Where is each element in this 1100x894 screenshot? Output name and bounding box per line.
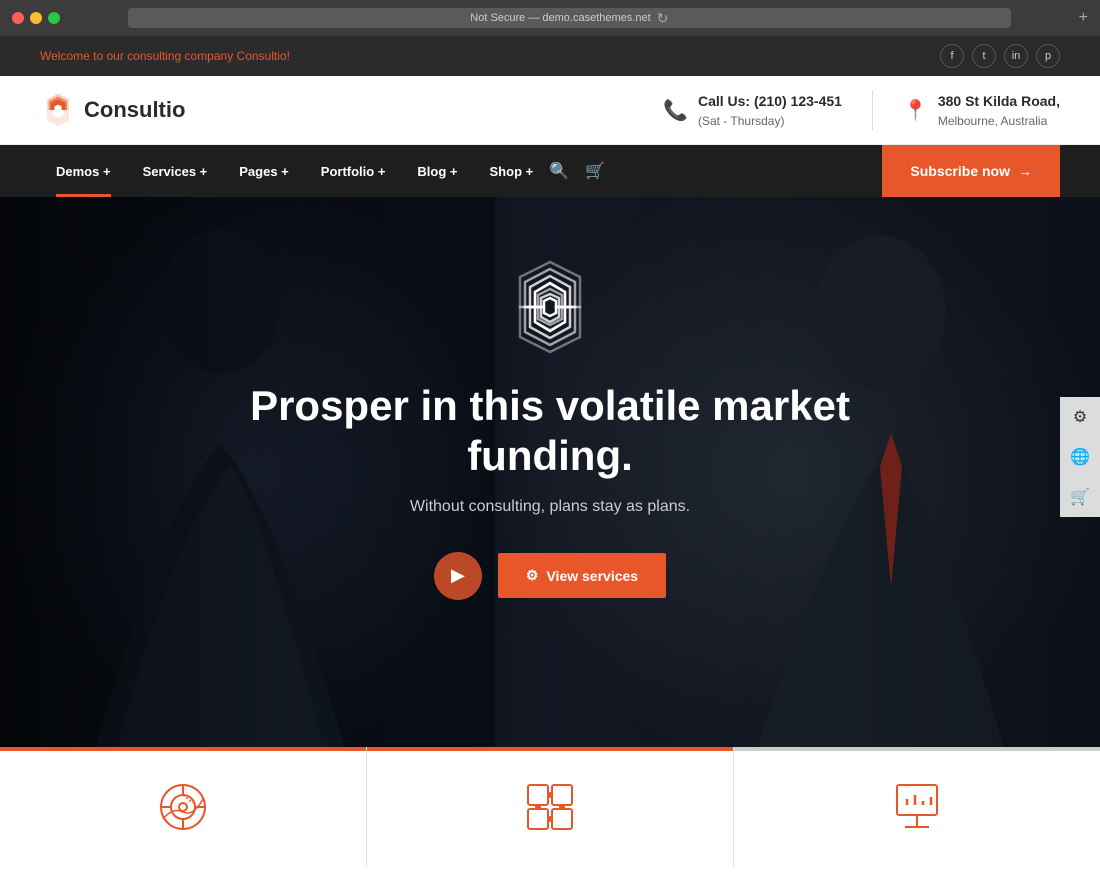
facebook-icon[interactable]: f bbox=[940, 44, 964, 68]
phone-icon: 📞 bbox=[663, 98, 688, 123]
twitter-icon[interactable]: t bbox=[972, 44, 996, 68]
nav-item-blog[interactable]: Blog + bbox=[401, 145, 473, 197]
website: Welcome to our consulting company Consul… bbox=[0, 36, 1100, 894]
chart-icon bbox=[887, 777, 947, 837]
linkedin-icon[interactable]: in bbox=[1004, 44, 1028, 68]
nav-item-shop[interactable]: Shop + bbox=[474, 145, 550, 197]
phone-hours: (Sat - Thursday) bbox=[698, 114, 784, 128]
header-contacts: 📞 Call Us: (210) 123-451 (Sat - Thursday… bbox=[663, 90, 1060, 130]
phone-number: Call Us: (210) 123-451 bbox=[698, 91, 842, 112]
welcome-text: Welcome to our consulting company bbox=[40, 49, 237, 63]
maximize-dot[interactable] bbox=[48, 12, 60, 24]
nav-items: Demos + Services + Pages + Portfolio + B… bbox=[40, 145, 862, 197]
logo-text: Consultio bbox=[84, 97, 185, 123]
play-icon: ▶ bbox=[451, 565, 465, 586]
minimize-dot[interactable] bbox=[30, 12, 42, 24]
nav-item-portfolio[interactable]: Portfolio + bbox=[305, 145, 402, 197]
card-3-top-bar bbox=[734, 747, 1100, 751]
address-bar[interactable]: Not Secure — demo.casethemes.net ↻ bbox=[128, 8, 1011, 28]
pinterest-icon[interactable]: p bbox=[1036, 44, 1060, 68]
services-label: View services bbox=[546, 568, 638, 584]
top-bar-text: Welcome to our consulting company Consul… bbox=[40, 49, 290, 63]
logo-icon bbox=[40, 92, 76, 128]
nav-item-services[interactable]: Services + bbox=[127, 145, 224, 197]
new-tab-button[interactable]: + bbox=[1079, 9, 1088, 27]
logo[interactable]: Consultio bbox=[40, 92, 185, 128]
services-gear-icon: ⚙ bbox=[526, 567, 539, 584]
cart-icon[interactable]: 🛒 bbox=[585, 161, 605, 181]
brand-name: Consultio! bbox=[237, 49, 290, 63]
card-2 bbox=[367, 747, 734, 867]
browser-chrome: Not Secure — demo.casethemes.net ↻ + bbox=[0, 0, 1100, 36]
social-icons: f t in p bbox=[940, 44, 1060, 68]
card-1 bbox=[0, 747, 367, 867]
sidebar-globe-icon[interactable]: 🌐 bbox=[1060, 437, 1100, 477]
address-contact: 📍 380 St Kilda Road, Melbourne, Australi… bbox=[903, 91, 1060, 130]
sidebar-cart-icon[interactable]: 🛒 bbox=[1060, 477, 1100, 517]
hero-section: Prosper in this volatile market funding.… bbox=[0, 197, 1100, 747]
location-icon: 📍 bbox=[903, 98, 928, 123]
hero-content: Prosper in this volatile market funding.… bbox=[0, 197, 1100, 600]
header: Consultio 📞 Call Us: (210) 123-451 (Sat … bbox=[0, 76, 1100, 145]
cards-section bbox=[0, 747, 1100, 867]
url-text: Not Secure — demo.casethemes.net bbox=[470, 12, 650, 24]
top-bar: Welcome to our consulting company Consul… bbox=[0, 36, 1100, 76]
sidebar-right: ⚙ 🌐 🛒 bbox=[1060, 397, 1100, 517]
subscribe-arrow: → bbox=[1018, 163, 1032, 179]
card-3 bbox=[734, 747, 1100, 867]
hero-title: Prosper in this volatile market funding. bbox=[250, 381, 850, 482]
address-text: 380 St Kilda Road, Melbourne, Australia bbox=[938, 91, 1060, 130]
hero-subtitle: Without consulting, plans stay as plans. bbox=[410, 498, 690, 516]
subscribe-label: Subscribe now bbox=[910, 163, 1010, 179]
phone-text: Call Us: (210) 123-451 (Sat - Thursday) bbox=[698, 91, 842, 130]
card-2-top-bar bbox=[367, 747, 733, 751]
subscribe-button[interactable]: Subscribe now → bbox=[882, 145, 1060, 197]
hero-logo-icon bbox=[500, 257, 600, 357]
play-button[interactable]: ▶ bbox=[434, 552, 482, 600]
view-services-button[interactable]: ⚙ View services bbox=[498, 553, 666, 598]
analytics-icon bbox=[153, 777, 213, 837]
header-divider bbox=[872, 90, 873, 130]
address-line1: 380 St Kilda Road, bbox=[938, 91, 1060, 112]
refresh-icon[interactable]: ↻ bbox=[657, 10, 669, 27]
sidebar-settings-icon[interactable]: ⚙ bbox=[1060, 397, 1100, 437]
close-dot[interactable] bbox=[12, 12, 24, 24]
search-icon[interactable]: 🔍 bbox=[549, 161, 569, 181]
address-line2: Melbourne, Australia bbox=[938, 114, 1047, 128]
phone-contact: 📞 Call Us: (210) 123-451 (Sat - Thursday… bbox=[663, 91, 842, 130]
navigation: Demos + Services + Pages + Portfolio + B… bbox=[0, 145, 1100, 197]
traffic-lights bbox=[12, 12, 60, 24]
nav-item-pages[interactable]: Pages + bbox=[223, 145, 305, 197]
hero-buttons: ▶ ⚙ View services bbox=[434, 552, 666, 600]
nav-icons: 🔍 🛒 bbox=[549, 161, 605, 181]
card-1-top-bar bbox=[0, 747, 366, 751]
nav-item-demos[interactable]: Demos + bbox=[40, 145, 127, 197]
puzzle-icon bbox=[520, 777, 580, 837]
